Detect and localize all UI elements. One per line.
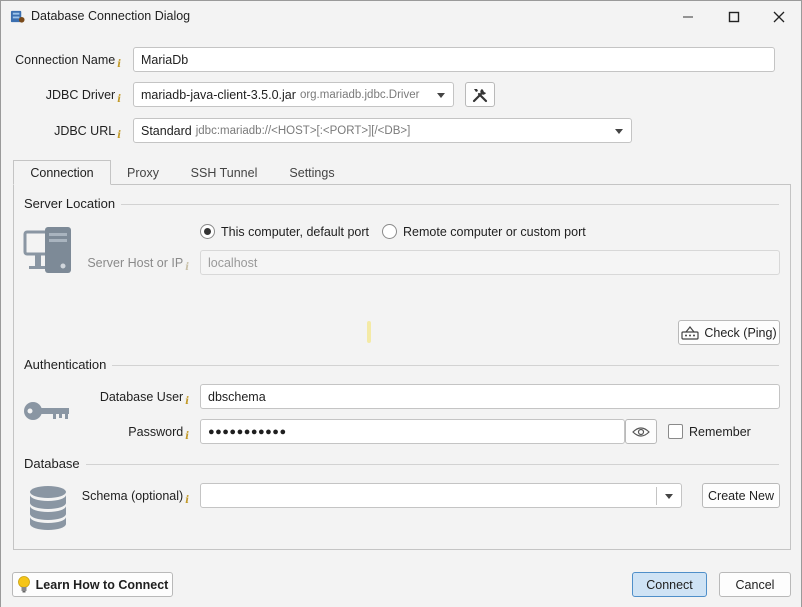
jdbc-url-mode: Standard (141, 123, 192, 138)
cancel-button[interactable]: Cancel (719, 572, 791, 597)
tools-icon (472, 88, 488, 102)
password-input[interactable]: ●●●●●●●●●●● (200, 419, 625, 444)
jdbc-driver-label-text: JDBC Driver (45, 88, 116, 102)
learn-how-to-connect-button[interactable]: Learn How to Connect (12, 572, 173, 597)
connection-name-input[interactable]: MariaDb (133, 47, 775, 72)
info-icon: i (185, 431, 189, 442)
chevron-down-icon[interactable] (665, 493, 673, 499)
radio-local-default-port[interactable] (200, 224, 215, 239)
jdbc-url-select[interactable]: Standard jdbc:mariadb://<HOST>[:<PORT>][… (133, 118, 632, 143)
jdbc-driver-select[interactable]: mariadb-java-client-3.5.0.jar org.mariad… (133, 82, 454, 107)
jdbc-url-label-text: JDBC URL (54, 124, 116, 138)
authentication-title: Authentication (24, 357, 113, 372)
tab-settings-label: Settings (289, 165, 335, 180)
check-ping-label: Check (Ping) (704, 325, 777, 340)
tab-ssh-tunnel[interactable]: SSH Tunnel (181, 160, 267, 185)
server-host-value: localhost (208, 255, 258, 270)
database-title: Database (24, 456, 86, 471)
title-bar[interactable]: Database Connection Dialog (1, 1, 801, 33)
chevron-down-icon (437, 92, 445, 98)
jdbc-driver-label: JDBC Driver i (7, 88, 121, 105)
section-divider (111, 365, 779, 366)
window-title: Database Connection Dialog (31, 9, 191, 23)
show-password-button[interactable] (625, 419, 657, 444)
radio-remote-label: Remote computer or custom port (403, 225, 586, 239)
minimize-button[interactable] (665, 1, 711, 33)
connection-name-label: Connection Name i (7, 53, 121, 70)
info-icon: i (117, 94, 121, 105)
database-user-input[interactable]: dbschema (200, 384, 780, 409)
schema-label-text: Schema (optional) (81, 489, 184, 503)
maximize-icon (728, 11, 740, 23)
password-label-text: Password (128, 425, 184, 439)
jdbc-driver-jar: mariadb-java-client-3.5.0.jar (141, 87, 296, 102)
minimize-icon (683, 16, 693, 18)
section-divider (111, 204, 779, 205)
radio-local-label: This computer, default port (221, 225, 369, 239)
info-icon: i (117, 59, 121, 70)
password-value: ●●●●●●●●●●● (208, 425, 287, 438)
jdbc-url-template: jdbc:mariadb://<HOST>[:<PORT>][/<DB>] (195, 124, 411, 137)
cursor-marker (367, 321, 371, 343)
maximize-button[interactable] (711, 1, 757, 33)
info-icon: i (185, 262, 189, 273)
info-icon: i (185, 495, 189, 506)
key-icon (24, 402, 69, 420)
database-user-label-text: Database User (99, 390, 184, 404)
network-ping-icon (681, 325, 699, 340)
create-new-label: Create New (708, 488, 774, 503)
eye-icon (632, 426, 650, 437)
tab-settings[interactable]: Settings (277, 160, 347, 185)
info-icon: i (117, 130, 121, 141)
password-label: Password i (71, 425, 189, 442)
driver-settings-button[interactable] (465, 82, 495, 107)
jdbc-driver-class: org.mariadb.jdbc.Driver (299, 88, 420, 101)
schema-combobox[interactable] (200, 483, 682, 508)
server-host-label: Server Host or IP i (71, 256, 189, 273)
close-icon (773, 11, 785, 23)
tab-ssh-tunnel-label: SSH Tunnel (190, 165, 258, 180)
check-ping-button[interactable]: Check (Ping) (678, 320, 780, 345)
remember-label: Remember (689, 425, 751, 439)
tab-proxy[interactable]: Proxy (113, 160, 173, 185)
create-new-button[interactable]: Create New (702, 483, 780, 508)
app-database-icon (10, 10, 25, 23)
section-divider (85, 464, 779, 465)
server-host-label-text: Server Host or IP (87, 256, 184, 270)
database-connection-dialog: Database Connection Dialog Connection Na… (0, 0, 802, 607)
tab-proxy-label: Proxy (127, 165, 159, 180)
schema-label: Schema (optional) i (61, 489, 189, 506)
server-host-input[interactable]: localhost (200, 250, 780, 275)
database-user-label: Database User i (71, 390, 189, 407)
close-button[interactable] (756, 1, 802, 33)
cancel-label: Cancel (735, 577, 775, 592)
chevron-down-icon (615, 128, 623, 134)
connection-name-value: MariaDb (141, 52, 189, 67)
learn-how-to-connect-label: Learn How to Connect (35, 577, 169, 592)
remember-checkbox[interactable] (668, 424, 683, 439)
database-user-value: dbschema (208, 389, 266, 404)
info-icon: i (185, 396, 189, 407)
connect-button[interactable]: Connect (632, 572, 707, 597)
connect-label: Connect (646, 577, 693, 592)
radio-remote-custom-port[interactable] (382, 224, 397, 239)
server-location-title: Server Location (24, 196, 122, 211)
jdbc-url-label: JDBC URL i (7, 124, 121, 141)
connection-name-label-text: Connection Name (15, 53, 116, 67)
tab-connection[interactable]: Connection (13, 160, 111, 185)
computer-icon (23, 227, 71, 273)
lightbulb-icon (17, 576, 30, 593)
combo-divider (656, 487, 657, 505)
tab-connection-label: Connection (30, 165, 94, 180)
